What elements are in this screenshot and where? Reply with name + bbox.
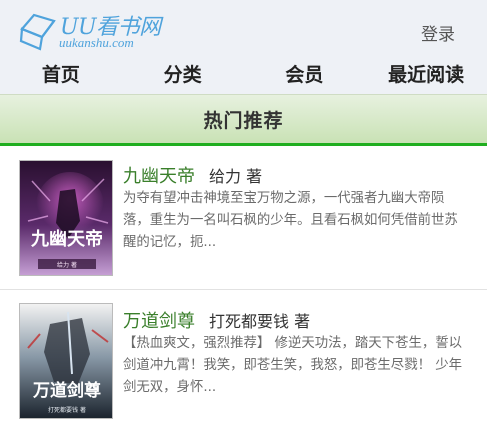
book-description: 为夺有望冲击神境至宝万物之源，一代强者九幽大帝陨落，重生为一名叫石枫的少年。且看…: [123, 191, 458, 250]
cover-title-text: 九幽天帝: [30, 228, 103, 250]
nav-item-members[interactable]: 会员: [244, 60, 366, 94]
logo-subtext: uukanshu.com: [59, 35, 134, 50]
cover-title-text: 万道剑尊: [32, 380, 101, 401]
book-title[interactable]: 万道剑尊: [123, 311, 195, 332]
book-author: 给力 著: [209, 167, 263, 186]
book-title-line: 九幽天帝 给力 著: [123, 162, 262, 188]
cover-author-text: 给力 著: [57, 261, 77, 269]
main-nav: 首页 分类 会员 最近阅读: [0, 60, 487, 94]
book-cover[interactable]: 万道剑尊 打死都要钱 著: [19, 303, 113, 419]
login-link[interactable]: 登录: [421, 20, 455, 45]
book-list-item[interactable]: 万道剑尊 打死都要钱 著 万道剑尊 打死都要钱 著 【热血爽文，强烈推荐】 修逆天…: [0, 291, 487, 430]
nav-item-categories[interactable]: 分类: [122, 60, 244, 94]
nav-item-recent-reading[interactable]: 最近阅读: [365, 60, 487, 94]
nav-item-home[interactable]: 首页: [0, 60, 122, 94]
header: UU看书网 uukanshu.com 登录: [0, 0, 487, 60]
book-author: 打死都要钱 著: [209, 312, 311, 331]
book-cover[interactable]: 九幽天帝 给力 著: [19, 160, 113, 276]
book-title-line: 万道剑尊 打死都要钱 著: [123, 307, 310, 333]
book-description: 【热血爽文，强烈推荐】 修逆天功法，踏天下苍生，誓以剑道冲九霄！我笑，即苍生笑，…: [123, 336, 463, 395]
section-title: 热门推荐: [203, 110, 284, 132]
cover-author-text: 打死都要钱 著: [48, 406, 86, 414]
book-logo-icon: [19, 13, 56, 51]
section-header: 热门推荐: [0, 94, 487, 146]
site-logo[interactable]: UU看书网 uukanshu.com: [18, 9, 161, 51]
book-list-item[interactable]: 九幽天帝 给力 著 九幽天帝 给力 著 为夺有望冲击神境至宝万物之源，一代强者九幽…: [0, 148, 487, 290]
book-title[interactable]: 九幽天帝: [123, 166, 195, 187]
